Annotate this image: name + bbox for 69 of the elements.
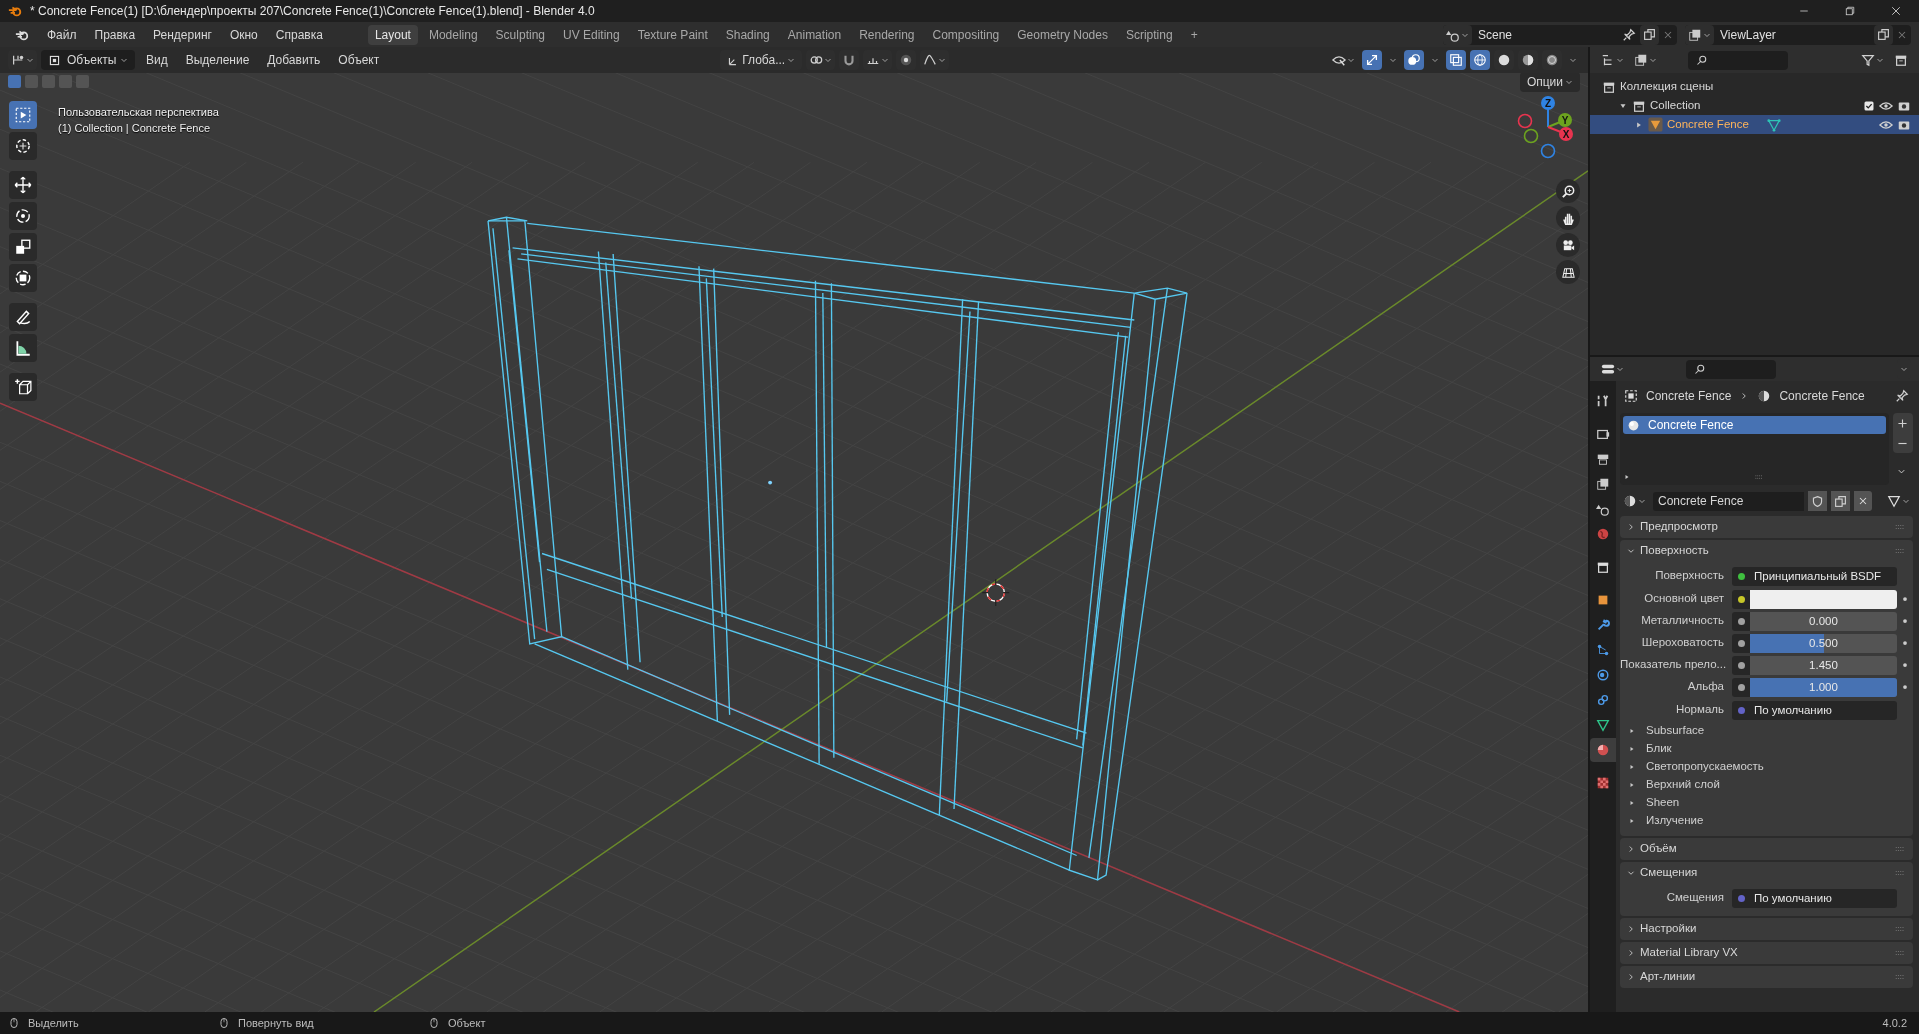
menu-item[interactable]: Файл: [40, 24, 84, 45]
window-title: * Concrete Fence(1) [D:\блендер\проекты 207\Concrete Fence(1)\Concrete Fence(1).blend] - Blender 4.0: [30, 3, 595, 20]
workspace-tab[interactable]: Shading: [718, 24, 777, 45]
property-label: Металличность: [1640, 613, 1725, 629]
menu-item[interactable]: Окно: [222, 24, 265, 45]
workspace-tab[interactable]: Geometry Nodes: [1010, 24, 1115, 45]
outliner-row[interactable]: Collection: [1590, 96, 1919, 115]
subpanel-toggle[interactable]: Светопропускаемость: [1620, 758, 1770, 776]
workspace-tab[interactable]: UV Editing: [556, 24, 627, 45]
status-hint: Объект: [448, 1015, 486, 1031]
menu-item[interactable]: Объект: [331, 50, 387, 70]
property-label: Смещения: [1665, 890, 1725, 906]
subpanel-toggle[interactable]: Излучение: [1620, 812, 1710, 830]
menu-item[interactable]: Вид: [139, 50, 175, 70]
slider-field[interactable]: 1.000: [1750, 677, 1897, 697]
property-label: Шероховатость: [1640, 635, 1725, 651]
workspace-tab[interactable]: Modeling: [421, 24, 485, 45]
outliner-label: Collection: [1650, 97, 1701, 113]
outliner-row[interactable]: Коллекция сцены: [1590, 77, 1919, 96]
status-hint: Выделить: [28, 1015, 79, 1031]
workspace-tab[interactable]: Layout: [367, 24, 418, 45]
menu-item[interactable]: Справка: [268, 24, 330, 45]
view-name-label: Пользовательская перспектива: [58, 105, 219, 120]
options-dropdown[interactable]: Опции: [1519, 73, 1580, 92]
property-label: Нормаль: [1674, 702, 1725, 718]
panel-header[interactable]: Арт-линии: [1620, 966, 1913, 988]
linked-node-field[interactable]: По умолчанию: [1750, 888, 1897, 908]
subpanel-toggle[interactable]: Блик: [1620, 740, 1678, 758]
workspace-tab[interactable]: Compositing: [925, 24, 1007, 45]
workspace-tab[interactable]: Texture Paint: [630, 24, 715, 45]
property-label: Показатель прело...: [1620, 657, 1728, 673]
active-object-label: (1) Collection | Concrete Fence: [58, 121, 212, 136]
subpanel-toggle[interactable]: Sheen: [1620, 794, 1686, 812]
property-label: Альфа: [1686, 679, 1725, 695]
workspace-tab[interactable]: Animation: [780, 24, 849, 45]
breadcrumb-item[interactable]: Concrete Fence: [1779, 387, 1865, 405]
panel-header[interactable]: Объём: [1620, 838, 1913, 860]
menu-item[interactable]: Правка: [87, 24, 143, 45]
workspace-tab[interactable]: Sculpting: [488, 24, 552, 45]
subpanel-toggle[interactable]: Subsurface: [1620, 722, 1711, 740]
property-label: Основной цвет: [1643, 591, 1725, 607]
menu-item[interactable]: Рендеринг: [146, 24, 219, 45]
axis-handle[interactable]: Z: [1541, 96, 1555, 128]
subpanel-toggle[interactable]: Верхний слой: [1620, 776, 1726, 794]
number-field[interactable]: 1.450: [1750, 655, 1897, 675]
panel-header[interactable]: Material Library VX: [1620, 942, 1913, 964]
menu-item[interactable]: Выделение: [178, 50, 257, 70]
outliner-label: Concrete Fence: [1667, 116, 1749, 132]
panel-header[interactable]: Поверхность: [1620, 540, 1913, 562]
slider-field[interactable]: 0.000: [1750, 611, 1897, 631]
version-label: 4.0.2: [1882, 1015, 1908, 1031]
panel-header[interactable]: Предпросмотр: [1620, 516, 1913, 538]
panel-header[interactable]: Настройки: [1620, 918, 1913, 940]
outliner-row[interactable]: Concrete Fence: [1590, 115, 1919, 134]
linked-node-field[interactable]: Принципиальный BSDF: [1750, 566, 1897, 586]
status-hint: Повернуть вид: [238, 1015, 314, 1031]
menu-item[interactable]: Добавить: [260, 50, 328, 70]
outliner-label: Коллекция сцены: [1620, 78, 1714, 94]
material-name-field[interactable]: Concrete Fence: [1653, 491, 1804, 511]
property-label: Поверхность: [1654, 568, 1725, 584]
add-workspace-button[interactable]: +: [1183, 24, 1205, 45]
workspace-tab[interactable]: Scripting: [1118, 24, 1180, 45]
mode-dropdown[interactable]: Объекты: [41, 50, 135, 70]
panel-header[interactable]: Смещения: [1620, 862, 1913, 884]
material-slot-label: Concrete Fence: [1648, 417, 1734, 434]
workspace-tab[interactable]: Rendering: [852, 24, 922, 45]
material-slot-row[interactable]: Concrete Fence: [1623, 416, 1886, 434]
breadcrumb-item[interactable]: Concrete Fence: [1646, 387, 1732, 405]
linked-node-field[interactable]: По умолчанию: [1750, 700, 1897, 720]
